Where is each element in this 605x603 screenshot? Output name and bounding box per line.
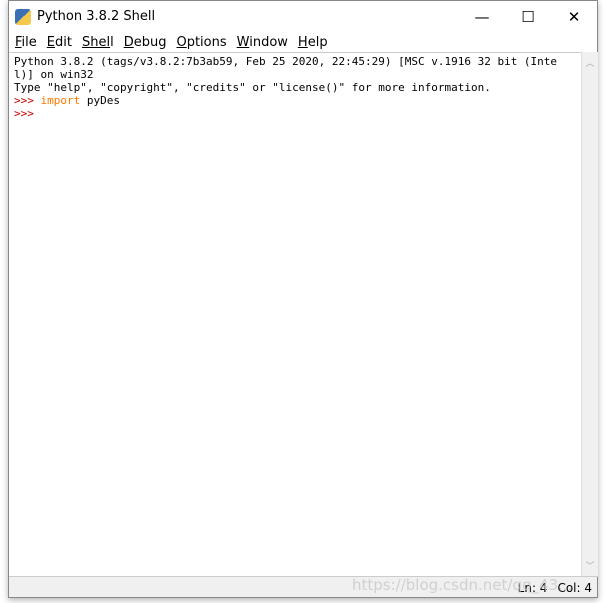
- maximize-button[interactable]: ☐: [505, 1, 551, 32]
- menu-label-rest: ebug: [133, 34, 167, 50]
- window-title: Python 3.8.2 Shell: [37, 9, 156, 24]
- menu-label-rest: l: [110, 34, 114, 50]
- vertical-scrollbar[interactable]: ︿ ﹀: [581, 52, 598, 576]
- prompt: >>>: [14, 107, 41, 120]
- menu-mnemonic: D: [123, 34, 134, 50]
- watermark: https://blog.csdn.net/qq_43...: [352, 576, 573, 594]
- shell-text-area[interactable]: Python 3.8.2 (tags/v3.8.2:7b3ab59, Feb 2…: [9, 52, 581, 576]
- minimize-button[interactable]: —: [459, 1, 505, 32]
- title-bar: Python 3.8.2 Shell — ☐ ✕: [9, 1, 597, 32]
- menu-options[interactable]: Options: [176, 35, 226, 50]
- menu-label-rest: dit: [55, 34, 72, 50]
- close-button[interactable]: ✕: [551, 1, 597, 32]
- prompt: >>>: [14, 94, 41, 107]
- idle-shell-window: Python 3.8.2 Shell — ☐ ✕ File Edit Shell De…: [8, 0, 598, 598]
- menu-bar: File Edit Shell Debug Options Window Help: [9, 32, 597, 52]
- menu-mnemonic: H: [297, 34, 308, 50]
- module-name: pyDes: [80, 94, 120, 107]
- scroll-up-icon[interactable]: ︿: [582, 56, 598, 69]
- menu-label-rest: elp: [307, 34, 328, 50]
- scroll-down-icon[interactable]: ﹀: [582, 559, 598, 572]
- menu-window[interactable]: Window: [237, 35, 288, 50]
- keyword-import: import: [40, 94, 81, 107]
- menu-mnemonic: W: [236, 34, 250, 50]
- python-icon: [15, 8, 31, 25]
- menu-debug[interactable]: Debug: [124, 35, 167, 50]
- menu-shell[interactable]: Shell: [82, 35, 114, 50]
- menu-edit[interactable]: Edit: [47, 35, 72, 50]
- menu-mnemonic: Shel: [81, 34, 111, 50]
- menu-file[interactable]: File: [15, 35, 37, 50]
- banner-help-line: Type "help", "copyright", "credits" or "…: [14, 81, 491, 94]
- menu-label-rest: indow: [249, 34, 288, 50]
- menu-label-rest: ile: [21, 34, 37, 50]
- menu-mnemonic: E: [46, 34, 55, 50]
- banner-line: Python 3.8.2 (tags/v3.8.2:7b3ab59, Feb 2…: [14, 55, 558, 81]
- menu-label-rest: ptions: [186, 34, 227, 50]
- menu-help[interactable]: Help: [298, 35, 328, 50]
- menu-mnemonic: O: [176, 34, 187, 50]
